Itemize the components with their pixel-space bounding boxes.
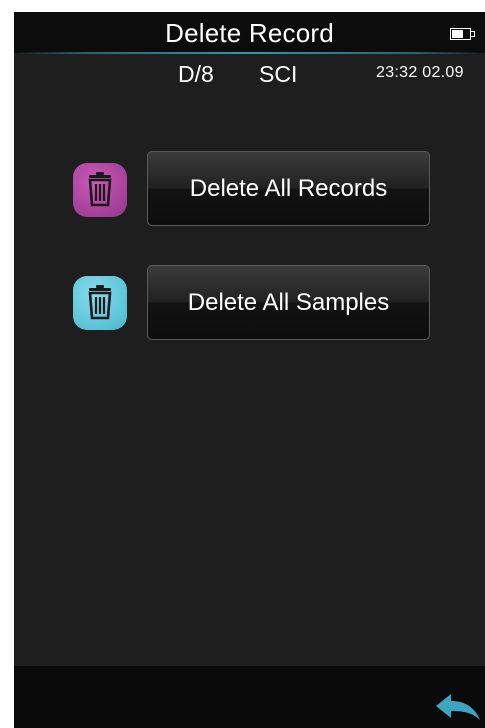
trash-icon [73, 276, 127, 330]
specular-mode: SCI [259, 61, 298, 87]
bottom-bar [14, 666, 485, 728]
title-accent-line [14, 52, 485, 54]
delete-all-samples-button[interactable]: Delete All Samples [147, 265, 430, 340]
page-title: Delete Record [165, 18, 334, 48]
delete-all-records-button[interactable]: Delete All Records [147, 151, 430, 226]
measurement-geometry: D/8 [178, 61, 214, 87]
back-arrow-icon[interactable] [434, 692, 482, 724]
trash-icon [73, 163, 127, 217]
battery-icon [450, 28, 476, 40]
title-bar: Delete Record [14, 12, 485, 53]
device-screen: Delete Record D/8 SCI 23:32 02.09 Delete… [14, 12, 485, 728]
clock-date: 23:32 02.09 [376, 64, 464, 81]
